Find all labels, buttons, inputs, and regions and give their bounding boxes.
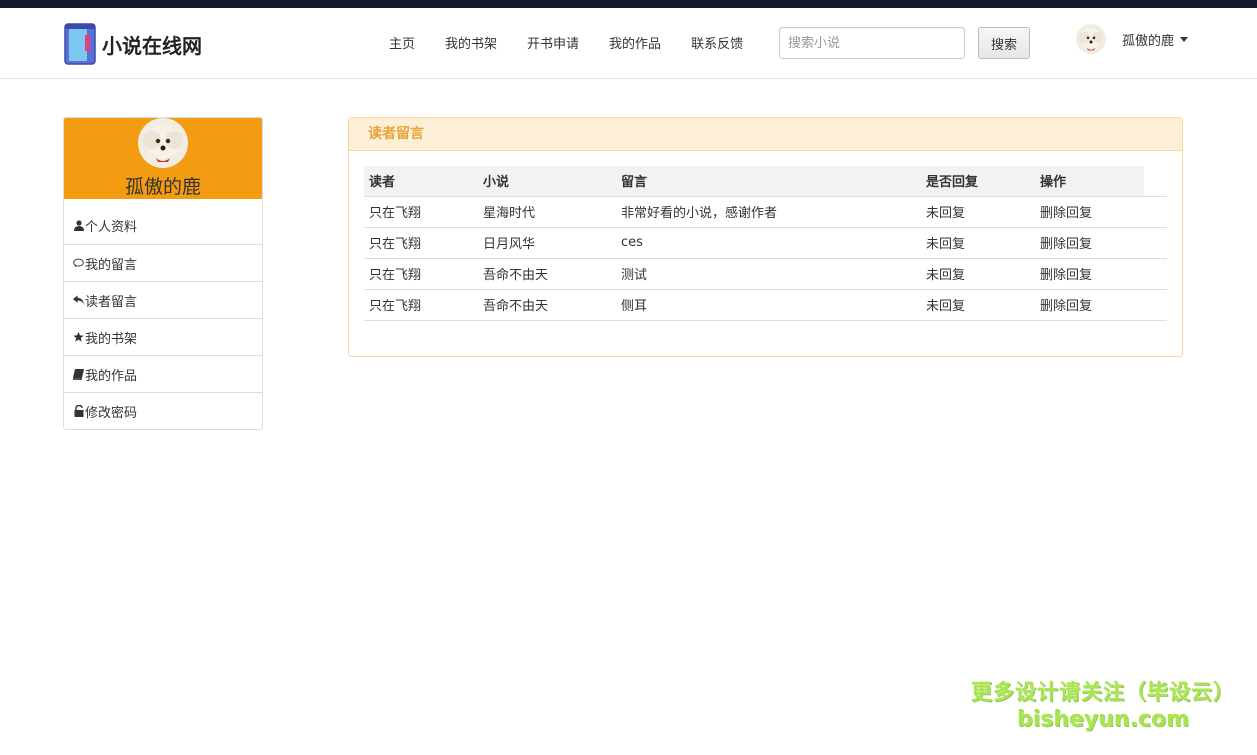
delete-link[interactable]: 删除 <box>1040 268 1066 283</box>
reply-link[interactable]: 回复 <box>1066 268 1092 283</box>
panel-title: 读者留言 <box>349 118 1182 151</box>
cell-novel: 星海时代 <box>478 195 616 227</box>
cell-status: 未回复 <box>921 226 1035 258</box>
table-row: 只在飞翔 日月风华 ces 未回复 删除回复 <box>364 226 1167 258</box>
sidebar-menu: 个人资料 我的留言 读者留言 我的书架 我的作品 修改密码 <box>64 199 262 429</box>
messages-table: 读者 小说 留言 是否回复 操作 只在飞翔 星海时代 非常好看的小说，感谢作者 … <box>364 166 1167 321</box>
comment-icon <box>73 257 84 269</box>
cell-status: 未回复 <box>921 288 1035 321</box>
cell-novel: 日月风华 <box>478 226 616 258</box>
delete-link[interactable]: 删除 <box>1040 299 1066 314</box>
table-row: 只在飞翔 星海时代 非常好看的小说，感谢作者 未回复 删除回复 <box>364 195 1167 227</box>
profile-card: 孤傲的鹿 <box>64 118 262 199</box>
main-nav: 主页 我的书架 开书申请 我的作品 联系反馈 <box>389 33 773 52</box>
cell-message: 非常好看的小说，感谢作者 <box>616 195 921 227</box>
delete-link[interactable]: 删除 <box>1040 206 1066 221</box>
watermark-line-2: bisheyun.com <box>1016 707 1190 732</box>
delete-link[interactable]: 删除 <box>1040 237 1066 252</box>
cell-reader: 只在飞翔 <box>364 288 478 321</box>
cell-novel: 吾命不由天 <box>478 288 616 321</box>
column-header-reader: 读者 <box>364 166 478 196</box>
column-header-action: 操作 <box>1035 166 1167 196</box>
caret-down-icon <box>1180 36 1189 42</box>
cell-message: 侧耳 <box>616 288 921 321</box>
table-header: 读者 小说 留言 是否回复 操作 <box>364 166 1167 196</box>
watermark-line-1: 更多设计请关注（毕设云） <box>971 680 1235 704</box>
cell-actions: 删除回复 <box>1035 257 1167 289</box>
book-logo-icon <box>64 23 96 65</box>
user-menu[interactable]: 孤傲的鹿 <box>1076 23 1189 55</box>
avatar <box>1076 24 1106 54</box>
nav-feedback[interactable]: 联系反馈 <box>691 33 743 52</box>
brand-logo[interactable]: 小说在线网 <box>64 22 202 66</box>
reply-link[interactable]: 回复 <box>1066 206 1092 221</box>
sidebar-item-reader-messages[interactable]: 读者留言 <box>64 281 262 318</box>
column-header-novel: 小说 <box>478 166 616 196</box>
nav-my-works[interactable]: 我的作品 <box>609 33 661 52</box>
table-row: 只在飞翔 吾命不由天 测试 未回复 删除回复 <box>364 257 1167 289</box>
nav-book-application[interactable]: 开书申请 <box>527 33 579 52</box>
cell-reader: 只在飞翔 <box>364 257 478 289</box>
cell-actions: 删除回复 <box>1035 288 1167 321</box>
sidebar-item-label: 修改密码 <box>85 405 138 421</box>
sidebar-item-label: 个人资料 <box>85 220 138 235</box>
cell-reader: 只在飞翔 <box>364 226 478 258</box>
sidebar-item-label: 读者留言 <box>85 294 138 310</box>
search-input[interactable] <box>779 27 965 59</box>
cell-status: 未回复 <box>921 195 1035 227</box>
sidebar-item-bookshelf[interactable]: 我的书架 <box>64 318 262 355</box>
navbar: 小说在线网 主页 我的书架 开书申请 我的作品 联系反馈 搜索 孤傲的鹿 <box>0 8 1257 79</box>
sidebar-item-change-password[interactable]: 修改密码 <box>64 392 262 429</box>
reply-link[interactable]: 回复 <box>1066 237 1092 252</box>
user-icon <box>73 220 84 232</box>
reply-link[interactable]: 回复 <box>1066 299 1092 314</box>
cell-message: 测试 <box>616 257 921 289</box>
user-name: 孤傲的鹿 <box>1122 33 1175 49</box>
cell-reader: 只在飞翔 <box>364 195 478 227</box>
sidebar-item-profile[interactable]: 个人资料 <box>64 207 262 244</box>
profile-name: 孤傲的鹿 <box>124 176 201 198</box>
reader-messages-panel: 读者留言 读者 小说 留言 是否回复 操作 只在飞翔 星海时代 非常好看的小说，… <box>348 117 1183 357</box>
column-header-message: 留言 <box>616 166 921 196</box>
sidebar-item-label: 我的留言 <box>85 257 138 273</box>
sidebar-item-label: 我的书架 <box>85 331 138 347</box>
nav-home[interactable]: 主页 <box>389 33 415 52</box>
search-button[interactable]: 搜索 <box>978 27 1030 59</box>
book-icon <box>73 368 84 380</box>
star-icon <box>73 331 84 343</box>
sidebar: 孤傲的鹿 个人资料 我的留言 读者留言 我的书架 我的作品 修改密码 <box>63 117 263 430</box>
profile-avatar <box>138 118 188 168</box>
sidebar-item-label: 我的作品 <box>85 368 138 384</box>
reply-icon <box>73 294 84 306</box>
cell-actions: 删除回复 <box>1035 226 1167 258</box>
cell-message: ces <box>616 226 921 258</box>
nav-my-bookshelf[interactable]: 我的书架 <box>445 33 497 52</box>
lock-icon <box>73 405 84 417</box>
cell-status: 未回复 <box>921 257 1035 289</box>
table-row: 只在飞翔 吾命不由天 侧耳 未回复 删除回复 <box>364 288 1167 321</box>
brand-name: 小说在线网 <box>102 33 202 58</box>
column-header-replied: 是否回复 <box>921 166 1035 196</box>
cell-novel: 吾命不由天 <box>478 257 616 289</box>
watermark: 更多设计请关注（毕设云） bisheyun.com <box>968 678 1238 734</box>
cell-actions: 删除回复 <box>1035 195 1167 227</box>
sidebar-item-my-works[interactable]: 我的作品 <box>64 355 262 392</box>
sidebar-item-my-messages[interactable]: 我的留言 <box>64 244 262 281</box>
top-strip <box>0 0 1257 8</box>
